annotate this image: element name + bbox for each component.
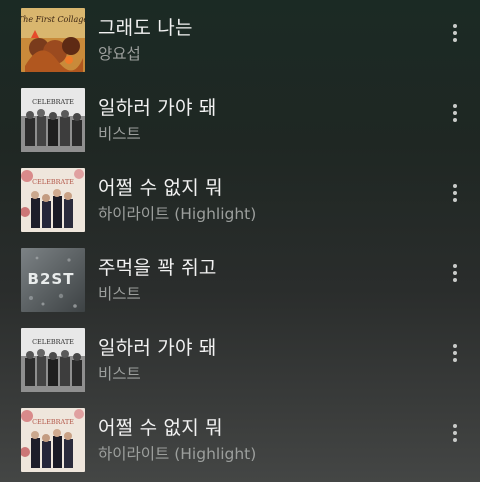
album-art-beast-rain: B2ST — [21, 248, 85, 312]
more-vertical-icon[interactable] — [440, 18, 470, 48]
more-vertical-icon[interactable] — [440, 98, 470, 128]
album-art-caption: CELEBRATE — [32, 418, 74, 426]
album-art-caption: B2ST — [28, 270, 75, 288]
song-row[interactable]: CELEBRATE 일하러 가야 돼 비스트 — [0, 80, 480, 160]
song-row[interactable]: The First Collage 그래도 나는 양요섭 — [0, 0, 480, 80]
album-art-caption: CELEBRATE — [32, 178, 74, 186]
song-title: 어쩔 수 없지 뭐 — [98, 177, 223, 199]
album-art-celebrate-floral: CELEBRATE — [21, 408, 85, 472]
song-row[interactable]: B2ST 주먹을 꽉 쥐고 비스트 — [0, 240, 480, 320]
more-vertical-icon[interactable] — [440, 258, 470, 288]
song-list: The First Collage 그래도 나는 양요섭 CELEBRATE 일… — [0, 0, 480, 482]
more-vertical-icon[interactable] — [440, 418, 470, 448]
song-artist: 비스트 — [98, 285, 141, 303]
song-artist: 양요섭 — [98, 45, 141, 63]
song-title: 그래도 나는 — [98, 17, 193, 39]
song-title: 어쩔 수 없지 뭐 — [98, 417, 223, 439]
song-artist: 비스트 — [98, 125, 141, 143]
album-art-celebrate-bw: CELEBRATE — [21, 328, 85, 392]
album-art-celebrate-bw: CELEBRATE — [21, 88, 85, 152]
song-artist: 비스트 — [98, 365, 141, 383]
more-vertical-icon[interactable] — [440, 338, 470, 368]
song-row[interactable]: CELEBRATE 어쩔 수 없지 뭐 하이라이트 (Highlight) — [0, 160, 480, 240]
song-row[interactable]: CELEBRATE 어쩔 수 없지 뭐 하이라이트 (Highlight) — [0, 400, 480, 480]
album-art-celebrate-floral: CELEBRATE — [21, 168, 85, 232]
song-title: 일하러 가야 돼 — [98, 97, 217, 119]
album-art-first-collage: The First Collage — [21, 8, 85, 72]
album-art-caption: CELEBRATE — [32, 338, 74, 346]
song-row[interactable]: CELEBRATE 일하러 가야 돼 비스트 — [0, 320, 480, 400]
song-artist: 하이라이트 (Highlight) — [98, 445, 257, 463]
song-artist: 하이라이트 (Highlight) — [98, 205, 257, 223]
song-title: 일하러 가야 돼 — [98, 337, 217, 359]
more-vertical-icon[interactable] — [440, 178, 470, 208]
album-art-caption: CELEBRATE — [32, 98, 74, 106]
album-art-caption: The First Collage — [21, 15, 85, 24]
song-title: 주먹을 꽉 쥐고 — [98, 257, 217, 279]
